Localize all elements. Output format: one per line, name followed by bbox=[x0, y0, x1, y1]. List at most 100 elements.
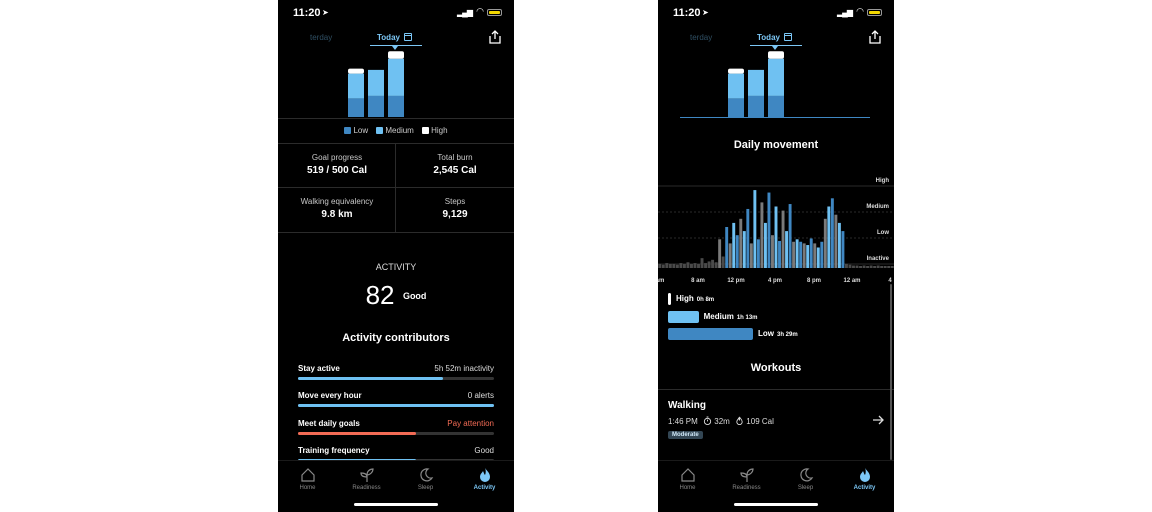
tab-yesterday[interactable]: terday bbox=[690, 33, 712, 42]
movement-bar bbox=[869, 265, 873, 268]
tab-today[interactable]: Today bbox=[377, 33, 400, 42]
contributors-title: Activity contributors bbox=[342, 332, 450, 344]
day-bar-2-low bbox=[388, 95, 404, 117]
movement-bar bbox=[728, 243, 732, 268]
tab-sleep[interactable]: Sleep bbox=[396, 467, 455, 491]
location-arrow-icon: ➤ bbox=[322, 8, 329, 17]
contributor-stay-active[interactable]: Stay active 5h 52m inactivity bbox=[298, 364, 494, 384]
level-label-medium: Medium bbox=[866, 204, 889, 210]
home-icon bbox=[680, 468, 695, 482]
tab-home[interactable]: Home bbox=[658, 467, 717, 491]
day-bar-2-high bbox=[768, 51, 784, 59]
share-icon[interactable] bbox=[868, 30, 882, 44]
movement-bar bbox=[827, 206, 831, 268]
tab-sleep[interactable]: Sleep bbox=[776, 467, 835, 491]
home-indicator bbox=[354, 503, 438, 506]
movement-bar bbox=[887, 266, 891, 268]
movement-bar bbox=[721, 256, 725, 268]
sprout-icon bbox=[739, 468, 754, 482]
movement-bar bbox=[785, 231, 789, 268]
tab-home[interactable]: Home bbox=[278, 467, 337, 491]
workouts-title: Workouts bbox=[750, 362, 802, 374]
movement-bar bbox=[859, 266, 862, 268]
day-bar-0-high bbox=[348, 68, 364, 74]
tab-today[interactable]: Today bbox=[757, 33, 780, 42]
workout-meta: 1:46 PM 32m 109 Cal bbox=[668, 416, 774, 426]
location-arrow-icon: ➤ bbox=[702, 8, 709, 17]
signal-icon: ▂▄▆ bbox=[837, 8, 853, 17]
legend-item-high: High bbox=[422, 126, 448, 135]
flame-icon bbox=[859, 468, 870, 482]
stopwatch-icon bbox=[703, 416, 712, 425]
metric-walking-equivalency: Walking equivalency 9.8 km bbox=[300, 197, 374, 220]
legend-item-medium: Medium bbox=[376, 126, 414, 135]
tab-readiness[interactable]: Readiness bbox=[717, 467, 776, 491]
movement-bar bbox=[753, 190, 757, 268]
movement-bar bbox=[739, 218, 743, 268]
daily-burn-bar-chart bbox=[348, 51, 404, 117]
flame-icon bbox=[479, 468, 490, 482]
tab-activity[interactable]: Activity bbox=[835, 467, 894, 491]
flame-outline-icon bbox=[736, 416, 743, 425]
contributor-meet-daily-goals[interactable]: Meet daily goals Pay attention bbox=[298, 419, 494, 439]
movement-bar bbox=[837, 222, 841, 268]
contributor-move-every-hour[interactable]: Move every hour 0 alerts bbox=[298, 391, 494, 411]
metrics-grid: Goal progress 519 / 500 Cal Total burn 2… bbox=[278, 144, 514, 232]
movement-bar bbox=[788, 204, 792, 268]
time-label: 12 pm bbox=[727, 278, 744, 284]
movement-bar bbox=[816, 247, 820, 268]
day-bar-2-low bbox=[768, 95, 784, 117]
signal-icon: ▂▄▆ bbox=[457, 8, 473, 17]
movement-bar bbox=[781, 210, 785, 268]
movement-bar bbox=[873, 266, 877, 268]
day-bar-1-medium bbox=[368, 69, 384, 96]
day-selector: terday Today bbox=[658, 30, 894, 50]
movement-bar bbox=[830, 198, 834, 268]
level-label-low: Low bbox=[877, 230, 889, 236]
status-bar: 11:20 ➤ ▂▄▆ ◠ bbox=[658, 0, 894, 26]
activity-score: 82 Good bbox=[278, 280, 514, 311]
status-time: 11:20 bbox=[673, 7, 701, 19]
day-selector: terday Today bbox=[278, 30, 514, 50]
tab-readiness[interactable]: Readiness bbox=[337, 467, 396, 491]
day-bar-0-high bbox=[728, 68, 744, 74]
movement-bar bbox=[707, 261, 711, 268]
movement-bar bbox=[693, 263, 697, 268]
movement-bar bbox=[679, 263, 683, 268]
movement-bar bbox=[841, 231, 845, 268]
movement-bar bbox=[767, 192, 771, 268]
metric-total-burn: Total burn 2,545 Cal bbox=[433, 153, 477, 176]
movement-bar bbox=[668, 263, 672, 268]
activity-score-rating: Good bbox=[402, 290, 427, 301]
movement-bar bbox=[711, 259, 715, 268]
workout-name: Walking bbox=[668, 400, 706, 411]
arrow-right-icon[interactable] bbox=[872, 414, 884, 426]
movement-bar bbox=[844, 263, 848, 268]
status-bar: 11:20 ➤ ▂▄▆ ◠ bbox=[278, 0, 514, 26]
movement-bar bbox=[802, 243, 806, 268]
calendar-icon[interactable] bbox=[784, 33, 792, 41]
share-icon[interactable] bbox=[488, 30, 502, 44]
movement-bar bbox=[704, 263, 708, 268]
wifi-icon: ◠ bbox=[856, 6, 864, 16]
day-bar-2-high bbox=[388, 51, 404, 59]
tab-yesterday[interactable]: terday bbox=[310, 33, 332, 42]
sprout-icon bbox=[359, 468, 374, 482]
movement-bar bbox=[771, 235, 774, 268]
scrollbar[interactable] bbox=[890, 284, 892, 460]
workout-time: 1:46 PM bbox=[668, 417, 698, 426]
movement-bar bbox=[686, 262, 690, 268]
movement-bar bbox=[658, 263, 662, 268]
movement-bar bbox=[880, 266, 884, 268]
divider bbox=[395, 144, 396, 232]
divider bbox=[278, 118, 514, 119]
movement-bar bbox=[665, 263, 669, 268]
calendar-icon[interactable] bbox=[404, 33, 412, 41]
movement-bar bbox=[834, 214, 838, 268]
tab-activity[interactable]: Activity bbox=[455, 467, 514, 491]
status-time: 11:20 bbox=[293, 7, 321, 19]
workout-calories: 109 Cal bbox=[746, 417, 774, 426]
home-indicator bbox=[734, 503, 818, 506]
intensity-legend: Low Medium High bbox=[278, 126, 514, 135]
daily-movement-chart: High Medium Low Inactive am 8 am 12 pm 4 pm 8 pm… bbox=[658, 178, 894, 284]
